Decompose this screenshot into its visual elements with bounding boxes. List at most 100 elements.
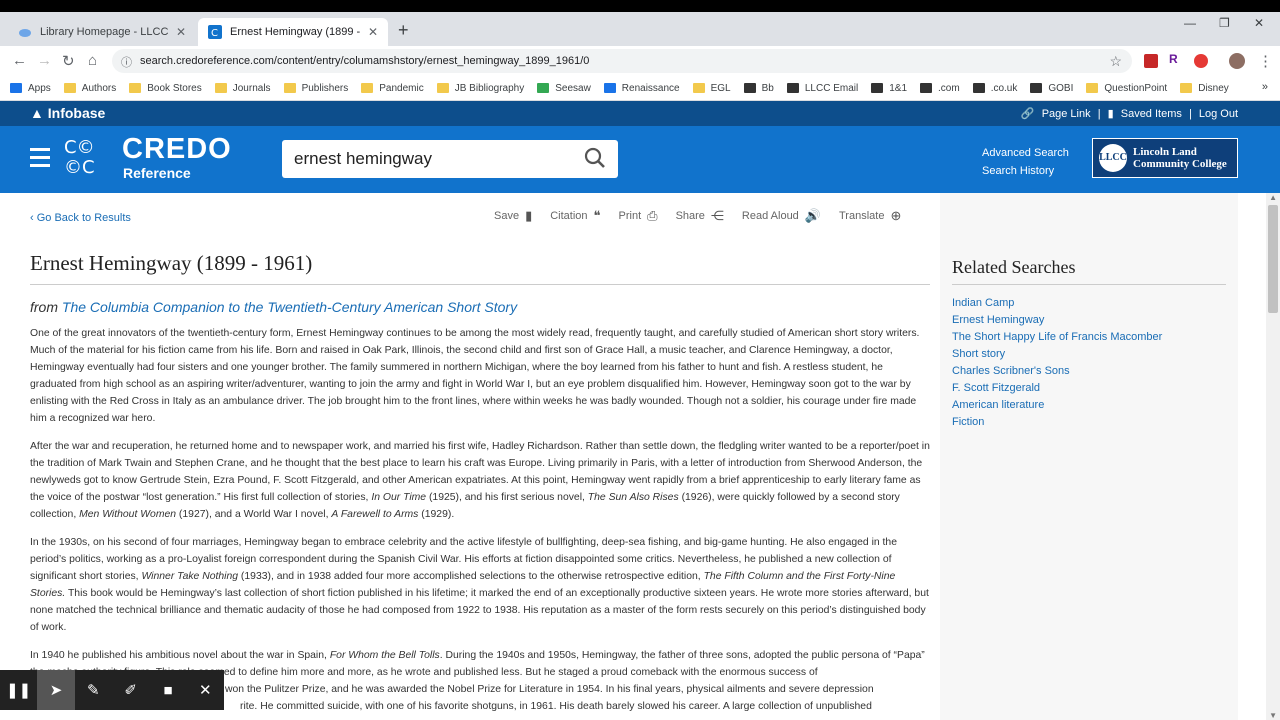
folder-icon — [436, 83, 449, 93]
citation-button[interactable]: Citation ❝ — [550, 208, 600, 224]
bookmark-disney[interactable]: Disney — [1180, 83, 1229, 94]
menu-dots-icon[interactable]: ⋮ — [1258, 52, 1273, 70]
amazon-icon — [920, 83, 933, 93]
pen-icon[interactable]: ✎ — [75, 670, 112, 710]
bookmark-icon: ▮ — [1107, 108, 1114, 120]
back-to-results-link[interactable]: ‹ Go Back to Results — [30, 212, 131, 224]
bookmark-gobi[interactable]: GOBI — [1030, 83, 1073, 94]
logo-main: CREDO — [122, 133, 232, 165]
related-search-item[interactable]: American literature — [952, 397, 1162, 414]
folder-icon — [63, 83, 76, 93]
r-extension-icon[interactable]: R — [1169, 52, 1183, 66]
bookmark-renaissance[interactable]: Renaissance — [603, 83, 680, 94]
forward-arrow-icon[interactable]: → — [37, 52, 52, 69]
globe-icon: ⊕ — [890, 208, 902, 223]
red-extension-icon[interactable] — [1194, 54, 1208, 68]
bookmark-amazon-couk[interactable]: .co.uk — [972, 83, 1017, 94]
camera-icon[interactable]: ■ — [149, 670, 186, 710]
email-icon — [786, 83, 799, 93]
scrollbar-thumb[interactable] — [1268, 205, 1278, 313]
quote-icon: ❝ — [593, 208, 601, 223]
close-icon[interactable]: ✕ — [187, 670, 224, 710]
related-search-item[interactable]: Indian Camp — [952, 295, 1162, 312]
search-history-link[interactable]: Search History — [982, 162, 1069, 180]
highlighter-icon[interactable]: ✐ — [112, 670, 149, 710]
minimize-icon[interactable]: — — [1184, 16, 1196, 30]
bookmark-star-icon[interactable]: ☆ — [1109, 53, 1122, 70]
read-aloud-button[interactable]: Read Aloud 🔊 — [742, 208, 821, 224]
hamburger-menu-icon[interactable] — [30, 148, 50, 172]
search-icon[interactable] — [584, 147, 606, 169]
bookmark-egl[interactable]: EGL — [692, 83, 731, 94]
bookmark-book-stores[interactable]: Book Stores — [129, 83, 202, 94]
college-logo[interactable]: LLCC Lincoln Land Community College — [1092, 138, 1238, 178]
bookmark-bb[interactable]: Bb — [743, 83, 774, 94]
infobase-logo[interactable]: ▲ Infobase — [30, 105, 105, 121]
pointer-icon[interactable]: ➤ — [37, 670, 75, 710]
bookmark-amazon-com[interactable]: .com — [920, 83, 960, 94]
chevron-left-icon: ‹ — [30, 212, 34, 224]
reload-icon[interactable]: ↻ — [62, 52, 75, 70]
related-search-item[interactable]: Short story — [952, 346, 1162, 363]
logo-sub: Reference — [123, 165, 191, 181]
bookmark-apps[interactable]: Apps — [10, 83, 51, 94]
related-search-item[interactable]: The Short Happy Life of Francis Macomber — [952, 329, 1162, 346]
close-tab-icon[interactable]: ✕ — [368, 25, 378, 39]
bookmark-publishers[interactable]: Publishers — [283, 83, 348, 94]
print-icon: ⎙ — [647, 208, 658, 223]
share-button[interactable]: Share ⋲ — [676, 208, 724, 224]
related-search-item[interactable]: Fiction — [952, 414, 1162, 431]
new-tab-icon[interactable]: + — [398, 20, 409, 41]
close-window-icon[interactable]: ✕ — [1254, 16, 1264, 30]
search-input[interactable]: ernest hemingway — [282, 140, 618, 178]
browser-tab-credo[interactable]: C Ernest Hemingway (1899 - 1961) ✕ — [198, 18, 388, 46]
browser-toolbar: ← → ↻ ⌂ ⓘ search.credoreference.com/cont… — [0, 46, 1280, 76]
advanced-search-link[interactable]: Advanced Search — [982, 144, 1069, 162]
acrobat-extension-icon[interactable] — [1144, 54, 1158, 68]
main-content: ‹ Go Back to Results Save ▮ Citation ❝ Pri… — [0, 193, 1280, 720]
bookmark-1and1[interactable]: 1&1 — [871, 83, 907, 94]
back-arrow-icon[interactable]: ← — [12, 52, 27, 69]
related-search-item[interactable]: Charles Scribner's Sons — [952, 363, 1162, 380]
profile-avatar[interactable] — [1229, 53, 1245, 69]
logout-link[interactable]: Log Out — [1199, 108, 1238, 120]
scroll-up-icon[interactable]: ▲ — [1269, 193, 1277, 202]
folder-icon — [361, 83, 374, 93]
maximize-icon[interactable]: ❐ — [1219, 16, 1230, 30]
page-scrollbar[interactable]: ▲ ▼ — [1266, 193, 1280, 720]
bookmark-authors[interactable]: Authors — [63, 83, 116, 94]
page-link[interactable]: Page Link — [1042, 108, 1091, 120]
address-bar[interactable]: ⓘ search.credoreference.com/content/entr… — [112, 49, 1132, 73]
bookmark-journals[interactable]: Journals — [214, 83, 271, 94]
cloud-icon — [19, 29, 31, 37]
related-search-item[interactable]: F. Scott Fitzgerald — [952, 380, 1162, 397]
pause-icon[interactable]: ❚❚ — [0, 670, 37, 710]
related-searches-list: Indian Camp Ernest Hemingway The Short H… — [952, 295, 1162, 431]
gobi-icon — [1030, 83, 1043, 93]
separator: | — [1188, 108, 1192, 120]
bookmark-icon: ▮ — [525, 208, 533, 223]
screen-top-edge — [0, 0, 1280, 12]
browser-tab-library[interactable]: Library Homepage - LLCC Library ✕ — [8, 18, 196, 46]
bookmark-pandemic[interactable]: Pandemic — [361, 83, 424, 94]
close-tab-icon[interactable]: ✕ — [176, 25, 186, 39]
related-search-item[interactable]: Ernest Hemingway — [952, 312, 1162, 329]
bookmark-questionpoint[interactable]: QuestionPoint — [1086, 83, 1167, 94]
more-bookmarks-icon[interactable]: » — [1262, 81, 1268, 93]
scroll-down-icon[interactable]: ▼ — [1269, 711, 1277, 720]
saved-items-link[interactable]: Saved Items — [1121, 108, 1182, 120]
entry-article: Ernest Hemingway (1899 - 1961) from The … — [30, 251, 930, 715]
source-link[interactable]: The Columbia Companion to the Twentieth-… — [62, 299, 517, 315]
info-icon[interactable]: ⓘ — [121, 54, 132, 70]
recording-toolbar: ❚❚ ➤ ✎ ✐ ■ ✕ — [0, 670, 224, 710]
blackboard-icon — [743, 83, 756, 93]
bookmark-llcc-email[interactable]: LLCC Email — [786, 83, 858, 94]
translate-button[interactable]: Translate ⊕ — [839, 208, 901, 224]
bookmark-seesaw[interactable]: Seesaw — [537, 83, 591, 94]
print-button[interactable]: Print ⎙ — [619, 208, 658, 224]
save-button[interactable]: Save ▮ — [494, 208, 532, 224]
link-icon: 🔗 — [1020, 108, 1035, 120]
home-icon[interactable]: ⌂ — [88, 52, 97, 69]
infobase-bar: ▲ Infobase 🔗 Page Link | ▮ Saved Items |… — [0, 101, 1280, 126]
bookmark-jb-bibliography[interactable]: JB Bibliography — [436, 83, 524, 94]
